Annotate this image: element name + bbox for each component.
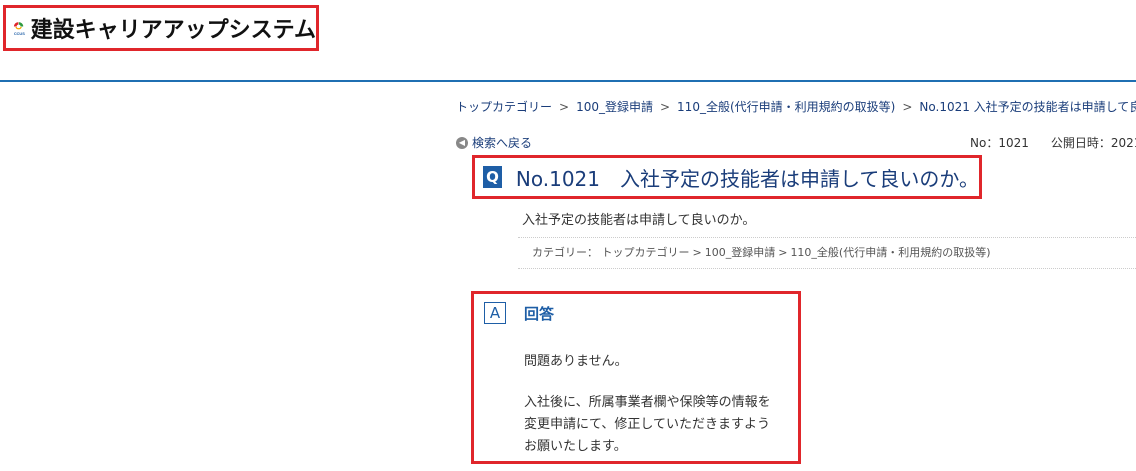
category-separator: > [778,246,788,259]
header-divider [0,80,1136,82]
breadcrumb-separator: > [902,100,913,114]
faq-number: No：1021 [970,136,1029,150]
answer-line-2: 入社後に、所属事業者欄や保険等の情報を [524,395,771,410]
back-to-search-link[interactable]: ◀ 検索へ戻る [456,134,532,151]
answer-line-4: お願いたします。 [524,439,627,454]
breadcrumb-separator: > [559,100,570,114]
breadcrumb: トップカテゴリー >100_登録申請 >110_全般(代行申請・利用規約の取扱等) >… [456,98,1136,115]
back-to-search-label: 検索へ戻る [472,136,533,150]
site-logo[interactable]: CCUS 建設キャリアアップシステム [3,5,319,51]
faq-meta: No：1021 公開日時：2021/05 [970,134,1136,151]
answer-title: 回答 [524,305,555,323]
breadcrumb-item-registration[interactable]: 100_登録申請 [576,100,653,114]
question-title: No.1021 入社予定の技能者は申請して良いのか。 [515,166,979,191]
question-body: 入社予定の技能者は申請して良いのか。 [522,213,756,228]
question-heading: Q No.1021 入社予定の技能者は申請して良いのか。 [472,155,982,199]
faq-page: CCUS 建設キャリアアップシステム トップカテゴリー >100_登録申請 >110… [0,0,1136,471]
answer-line-3: 変更申請にて、修正していただきますよう [524,417,770,432]
back-arrow-icon: ◀ [456,136,468,149]
breadcrumb-item-top[interactable]: トップカテゴリー [456,100,552,114]
breadcrumb-item-general[interactable]: 110_全般(代行申請・利用規約の取扱等) [677,100,895,114]
answer-badge-icon: A [484,302,506,324]
answer-section: A 回答 問題ありません。 入社後に、所属事業者欄や保険等の情報を 変更申請にて… [471,291,801,464]
breadcrumb-item-current: No.1021 入社予定の技能者は申請して良いのか。 [919,100,1136,114]
published-date: 公開日時：2021/05 [1050,136,1136,150]
category-label: カテゴリー： [532,246,598,259]
site-title: 建設キャリアアップシステム [30,18,316,43]
logo-abbr: CCUS [14,31,25,36]
breadcrumb-separator: > [659,100,671,114]
question-badge-icon: Q [483,166,502,188]
category-item-registration[interactable]: 100_登録申請 [705,246,776,259]
answer-line-1: 問題ありません。 [524,354,628,369]
category-item-general[interactable]: 110_全般(代行申請・利用規約の取扱等) [790,246,990,259]
ccus-logo-icon: CCUS [14,22,25,36]
category-item-top[interactable]: トップカテゴリー [602,246,690,259]
category-separator: > [692,246,702,259]
category-path: カテゴリー： トップカテゴリー >100_登録申請 >110_全般(代行申請・利用規… [518,237,1136,269]
